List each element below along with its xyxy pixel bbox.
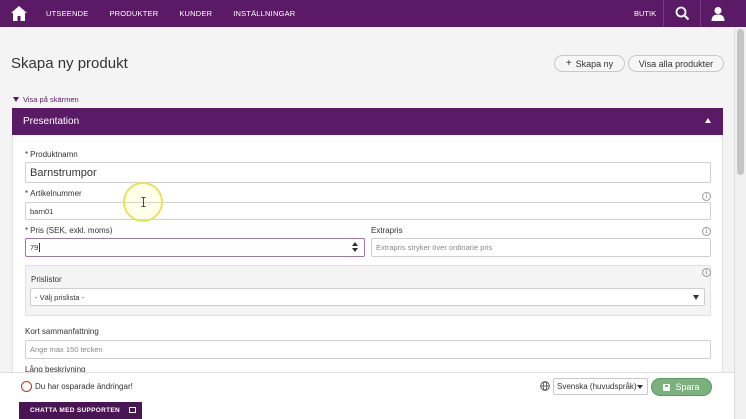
- price-list-select[interactable]: - Välj prislista -: [30, 288, 705, 306]
- price-list-selected: - Välj prislista -: [35, 292, 85, 302]
- top-navigation: UTSEENDE PRODUKTER KUNDER INSTÄLLNINGAR …: [0, 0, 746, 27]
- show-on-screen-toggle[interactable]: Visa på skärmen: [13, 95, 79, 104]
- chat-support-button[interactable]: CHATTA MED SUPPORTEN: [19, 402, 142, 419]
- triangle-down-icon: [13, 97, 19, 102]
- info-icon[interactable]: i: [702, 227, 711, 236]
- save-label: Spara: [675, 382, 700, 392]
- minimize-icon[interactable]: [129, 407, 136, 413]
- nav-divider: [700, 0, 701, 27]
- extra-price-input[interactable]: Extrapris stryker över ordinarie pris: [371, 238, 711, 257]
- chat-support-label: CHATTA MED SUPPORTEN: [30, 407, 121, 414]
- user-icon[interactable]: [711, 6, 725, 21]
- required-marker: *: [25, 226, 29, 235]
- price-stepper[interactable]: [352, 242, 359, 253]
- price-input[interactable]: 79: [25, 238, 365, 257]
- price-value: 79: [30, 243, 39, 252]
- unsaved-changes-text: Du har osparade ändringar!: [35, 382, 133, 391]
- short-summary-label: Kort sammanfattning: [25, 327, 99, 336]
- stepper-up-icon[interactable]: [352, 242, 358, 246]
- short-summary-input[interactable]: Ange max 150 tecken: [25, 340, 711, 359]
- product-name-label: * Produktnamn: [25, 150, 78, 159]
- page-title: Skapa ny produkt: [11, 55, 128, 72]
- menu-item-products[interactable]: PRODUKTER: [109, 9, 158, 18]
- scrollbar-thumb[interactable]: [737, 29, 744, 175]
- info-icon[interactable]: i: [702, 192, 711, 201]
- text-caret: [39, 243, 41, 252]
- info-icon[interactable]: i: [702, 268, 711, 277]
- shop-link[interactable]: BUTIK: [634, 9, 656, 18]
- search-icon[interactable]: [675, 6, 690, 21]
- view-all-products-button[interactable]: Visa alla produkter: [628, 55, 724, 72]
- save-button[interactable]: Spara: [651, 378, 712, 396]
- price-lists-label: Prislistor: [31, 275, 62, 284]
- presentation-panel-header[interactable]: Presentation: [12, 108, 723, 135]
- menu-item-customers[interactable]: KUNDER: [179, 9, 212, 18]
- globe-icon: [540, 381, 550, 391]
- nav-divider: [663, 0, 664, 27]
- menu-item-settings[interactable]: INSTÄLLNINGAR: [233, 9, 295, 18]
- panel-title: Presentation: [23, 116, 80, 127]
- language-selected: Svenska (huvudspråk): [557, 382, 637, 391]
- required-marker: *: [25, 150, 29, 159]
- menu-item-appearance[interactable]: UTSEENDE: [46, 9, 88, 18]
- price-label: * Pris (SEK, exkl. moms): [25, 226, 113, 235]
- text-cursor-icon: [141, 197, 146, 207]
- create-new-label: Skapa ny: [575, 58, 614, 69]
- collapse-arrow-icon[interactable]: [705, 118, 711, 123]
- extra-price-label: Extrapris: [371, 226, 403, 235]
- main-menu: UTSEENDE PRODUKTER KUNDER INSTÄLLNINGAR: [46, 0, 316, 27]
- home-icon[interactable]: [10, 5, 28, 22]
- language-select[interactable]: Svenska (huvudspråk): [553, 378, 648, 395]
- stepper-down-icon[interactable]: [352, 248, 358, 252]
- dropdown-arrow-icon: [637, 385, 643, 389]
- unsaved-warning-icon: [21, 381, 32, 392]
- floppy-disk-icon: [663, 383, 671, 391]
- page-scrollbar[interactable]: [734, 27, 746, 419]
- show-on-screen-label: Visa på skärmen: [23, 95, 79, 104]
- dropdown-arrow-icon: [693, 295, 699, 300]
- product-name-input[interactable]: Barnstrumpor: [25, 162, 711, 183]
- plus-icon: +: [565, 58, 572, 69]
- article-number-label: * Artikelnummer: [25, 189, 82, 198]
- create-new-button[interactable]: + Skapa ny: [554, 55, 625, 72]
- required-marker: *: [25, 189, 29, 198]
